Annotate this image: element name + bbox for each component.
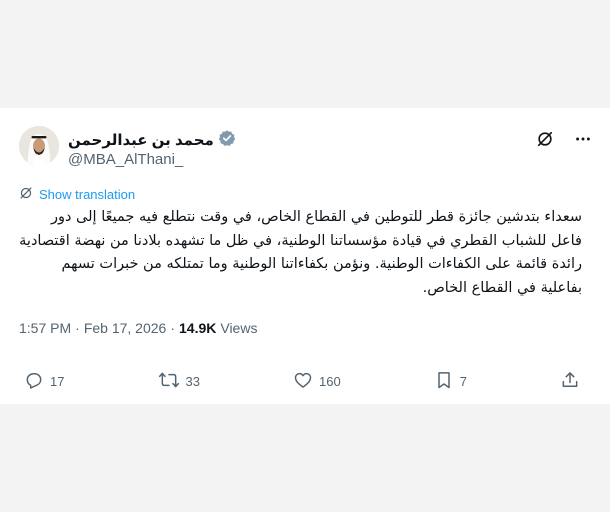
author-handle[interactable]: @MBA_AlThani_ <box>68 151 183 168</box>
reply-button[interactable]: 17 <box>24 370 64 393</box>
top-actions <box>536 130 592 153</box>
avatar-image <box>19 126 59 166</box>
grok-icon[interactable] <box>536 130 554 153</box>
views-count: 14.9K <box>179 320 217 336</box>
share-icon <box>560 370 580 393</box>
repost-count: 33 <box>185 373 200 389</box>
bookmark-button[interactable]: 7 <box>434 370 467 393</box>
tweet-meta: 1:57 PM · Feb 17, 2026 · 14.9K Views <box>19 320 257 336</box>
repost-icon <box>158 370 180 393</box>
avatar[interactable] <box>19 126 59 166</box>
bookmark-count: 7 <box>459 373 467 389</box>
reply-icon <box>24 370 44 393</box>
tweet-text: سعداء بتدشين جائزة قطر للتوطين في القطاع… <box>19 209 582 296</box>
author-name[interactable]: محمد بن عبدالرحمن <box>68 131 214 149</box>
action-bar: 17 33 160 7 <box>24 370 580 392</box>
tweet-date[interactable]: Feb 17, 2026 <box>84 320 167 336</box>
translate-icon <box>19 186 33 203</box>
show-translation-label: Show translation <box>39 187 136 202</box>
views-label: Views <box>220 320 258 336</box>
author-row: محمد بن عبدالرحمن <box>68 129 236 152</box>
share-button[interactable] <box>560 370 580 393</box>
like-button[interactable]: 160 <box>293 370 341 393</box>
bookmark-icon <box>434 370 454 393</box>
like-count: 160 <box>319 373 341 389</box>
reply-count: 17 <box>50 373 65 389</box>
like-icon <box>293 370 313 393</box>
meta-separator-2: · <box>170 320 175 336</box>
tweet-card: محمد بن عبدالرحمن @MBA_AlThani_ Show tra… <box>0 108 610 404</box>
show-translation-link[interactable]: Show translation <box>19 186 135 203</box>
meta-separator: · <box>75 320 80 336</box>
more-icon[interactable] <box>574 130 592 153</box>
repost-button[interactable]: 33 <box>158 370 200 393</box>
tweet-time[interactable]: 1:57 PM <box>19 320 71 336</box>
verified-badge-icon <box>218 129 236 152</box>
